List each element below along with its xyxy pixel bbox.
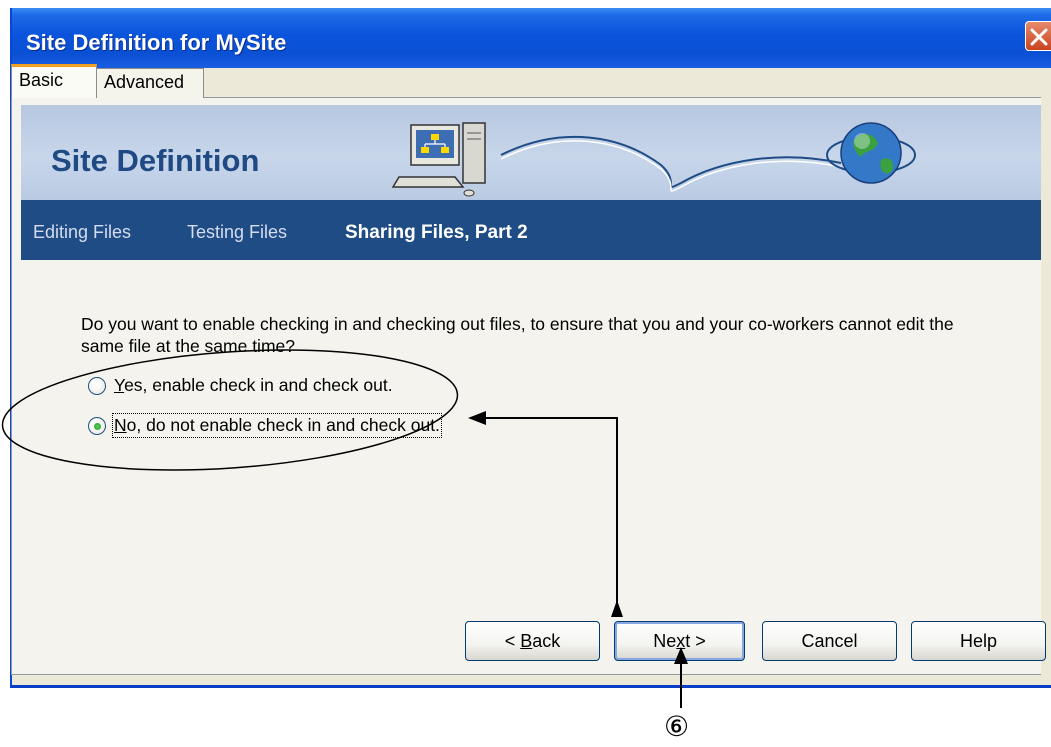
arrow-up-head (674, 647, 688, 664)
tab-basic[interactable]: Basic (11, 64, 97, 98)
annotation-overlay (1, 349, 688, 708)
connector-line (530, 417, 618, 617)
arrow-left-head (468, 411, 486, 425)
callout-number: ⑥ (664, 710, 690, 743)
arrow-down-head (611, 600, 623, 617)
highlight-ellipse (1, 349, 459, 471)
